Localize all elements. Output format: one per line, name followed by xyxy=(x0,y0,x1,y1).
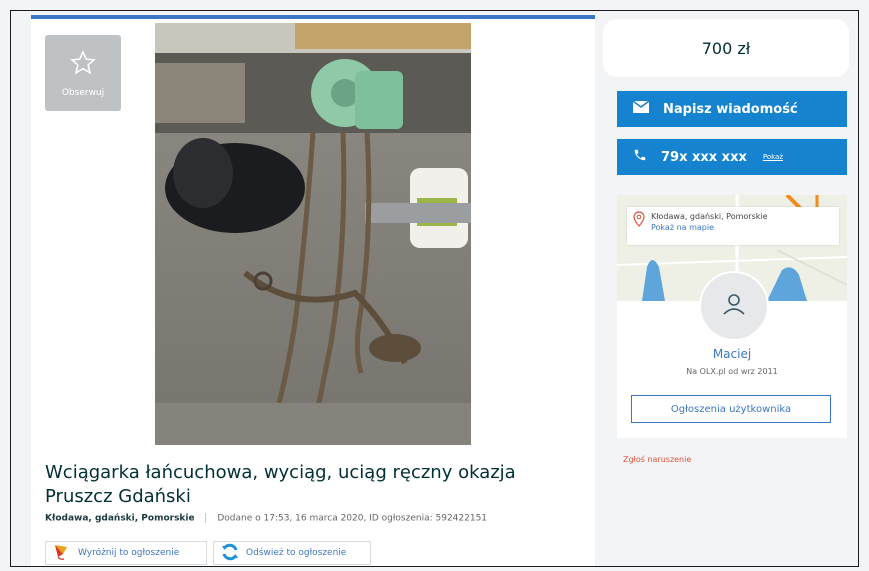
seller-avatar xyxy=(699,271,769,341)
report-link[interactable]: Zgłoś naruszenie xyxy=(623,455,691,464)
map-pin-icon xyxy=(633,211,645,241)
ad-meta: Kłodawa, gdański, Pomorskie Dodane o 17:… xyxy=(45,513,487,524)
send-message-label: Napisz wiadomość xyxy=(663,101,798,117)
seller-ads-button[interactable]: Ogłoszenia użytkownika xyxy=(631,395,831,423)
price-value: 700 zł xyxy=(701,38,751,58)
ad-photo[interactable] xyxy=(155,23,471,445)
seller-name[interactable]: Maciej xyxy=(617,347,847,361)
seller-card: Kłodawa, gdański, Pomorskie Pokaż na map… xyxy=(617,195,847,438)
card-top-accent xyxy=(31,15,595,19)
ad-added-info: Dodane o 17:53, 16 marca 2020, ID ogłosz… xyxy=(217,513,488,524)
ad-title: Wciągarka łańcuchowa, wyciąg, uciąg ręcz… xyxy=(45,462,516,507)
price-box: 700 zł xyxy=(603,19,849,77)
star-icon xyxy=(45,49,121,81)
user-icon xyxy=(721,291,747,321)
map-location-text: Kłodawa, gdański, Pomorskie xyxy=(651,212,768,221)
show-on-map-link[interactable]: Pokaż na mapie xyxy=(651,222,768,233)
promote-kite-icon xyxy=(52,542,72,565)
refresh-label: Odśwież to ogłoszenie xyxy=(246,548,347,558)
phone-show-link[interactable]: Pokaż xyxy=(763,153,783,161)
envelope-icon xyxy=(632,100,650,117)
meta-divider xyxy=(205,513,207,523)
phone-number: 79x xxx xxx xyxy=(661,149,747,165)
seller-since: Na OLX.pl od wrz 2011 xyxy=(686,367,778,376)
refresh-button[interactable]: Odśwież to ogłoszenie xyxy=(213,541,371,565)
ad-main-card: Obserwuj Wciągarka łańcuchowa, wyciąg, u… xyxy=(31,15,595,566)
map-location-box: Kłodawa, gdański, Pomorskie Pokaż na map… xyxy=(627,207,839,245)
send-message-button[interactable]: Napisz wiadomość xyxy=(617,91,847,127)
promote-button[interactable]: Wyróżnij to ogłoszenie xyxy=(45,541,207,565)
phone-icon xyxy=(633,148,647,166)
observe-label: Obserwuj xyxy=(61,88,105,98)
ad-location: Kłodawa, gdański, Pomorskie xyxy=(45,513,195,524)
observe-button[interactable]: Obserwuj xyxy=(45,35,121,111)
refresh-icon xyxy=(220,542,240,565)
promote-label: Wyróżnij to ogłoszenie xyxy=(78,548,180,558)
page-frame: Obserwuj Wciągarka łańcuchowa, wyciąg, u… xyxy=(10,10,859,567)
show-phone-button[interactable]: 79x xxx xxx Pokaż xyxy=(617,139,847,175)
